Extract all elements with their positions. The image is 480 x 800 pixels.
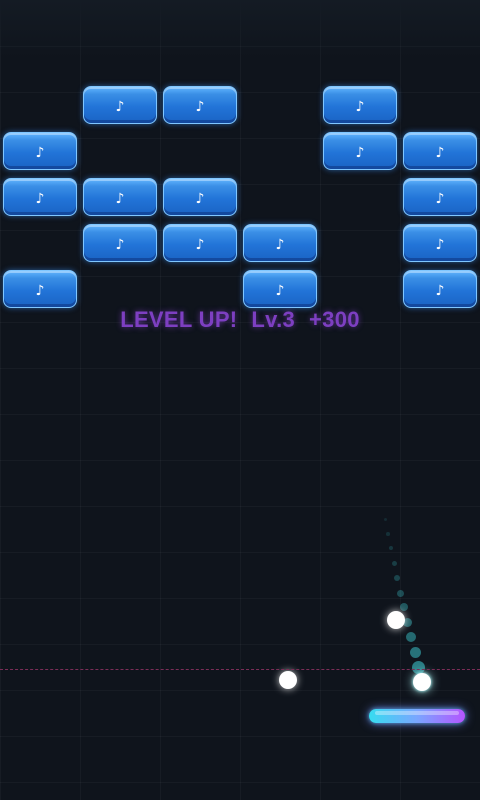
music-note-icon: ♪ <box>195 236 205 253</box>
music-note-icon: ♪ <box>115 190 125 207</box>
brick: ♪ <box>83 224 157 262</box>
trail-dot <box>396 589 404 597</box>
level-indicator: Lv.3 <box>251 307 296 332</box>
trail-dot <box>394 575 400 581</box>
music-note-icon: ♪ <box>275 282 285 299</box>
ball-secondary <box>387 611 405 629</box>
music-note-icon: ♪ <box>435 236 445 253</box>
trail-dot <box>400 603 408 611</box>
music-note-icon: ♪ <box>35 282 45 299</box>
brick: ♪ <box>403 132 477 170</box>
music-note-icon: ♪ <box>275 236 285 253</box>
brick: ♪ <box>163 224 237 262</box>
music-note-icon: ♪ <box>35 144 45 161</box>
brick: ♪ <box>83 86 157 124</box>
danger-line <box>0 669 480 670</box>
level-up-banner: LEVEL UP! Lv.3 +300 <box>0 307 480 333</box>
ball-main <box>413 673 431 691</box>
brick: ♪ <box>243 224 317 262</box>
brick: ♪ <box>3 132 77 170</box>
music-note-icon: ♪ <box>195 190 205 207</box>
trail-dot <box>409 646 421 658</box>
brick: ♪ <box>3 270 77 308</box>
bonus-score: +300 <box>309 307 360 332</box>
trail-dot <box>406 632 416 642</box>
music-note-icon: ♪ <box>355 144 365 161</box>
music-note-icon: ♪ <box>115 236 125 253</box>
game-board[interactable]: ♪ ♪ ♪ ♪ ♪ ♪ ♪ ♪ ♪ ♪ ♪ ♪ ♪ ♪ ♪ ♪ ♪ LEVEL UP! Lv.3 +300 <box>0 0 480 800</box>
ball-tertiary <box>279 671 297 689</box>
music-note-icon: ♪ <box>435 190 445 207</box>
brick: ♪ <box>243 270 317 308</box>
trail-dot <box>411 660 425 674</box>
music-note-icon: ♪ <box>435 144 445 161</box>
brick: ♪ <box>3 178 77 216</box>
brick: ♪ <box>323 86 397 124</box>
brick: ♪ <box>403 224 477 262</box>
trail-dot <box>386 532 390 536</box>
brick: ♪ <box>323 132 397 170</box>
trail-dot <box>391 560 397 566</box>
music-note-icon: ♪ <box>435 282 445 299</box>
music-note-icon: ♪ <box>195 98 205 115</box>
brick: ♪ <box>403 270 477 308</box>
music-note-icon: ♪ <box>35 190 45 207</box>
top-band <box>0 0 480 60</box>
brick: ♪ <box>403 178 477 216</box>
level-up-text: LEVEL UP! <box>120 307 238 332</box>
trail-dot <box>389 546 393 550</box>
trail-dot <box>383 517 387 521</box>
music-note-icon: ♪ <box>115 98 125 115</box>
brick: ♪ <box>163 178 237 216</box>
music-note-icon: ♪ <box>355 98 365 115</box>
brick: ♪ <box>83 178 157 216</box>
paddle[interactable] <box>369 709 465 723</box>
brick: ♪ <box>163 86 237 124</box>
